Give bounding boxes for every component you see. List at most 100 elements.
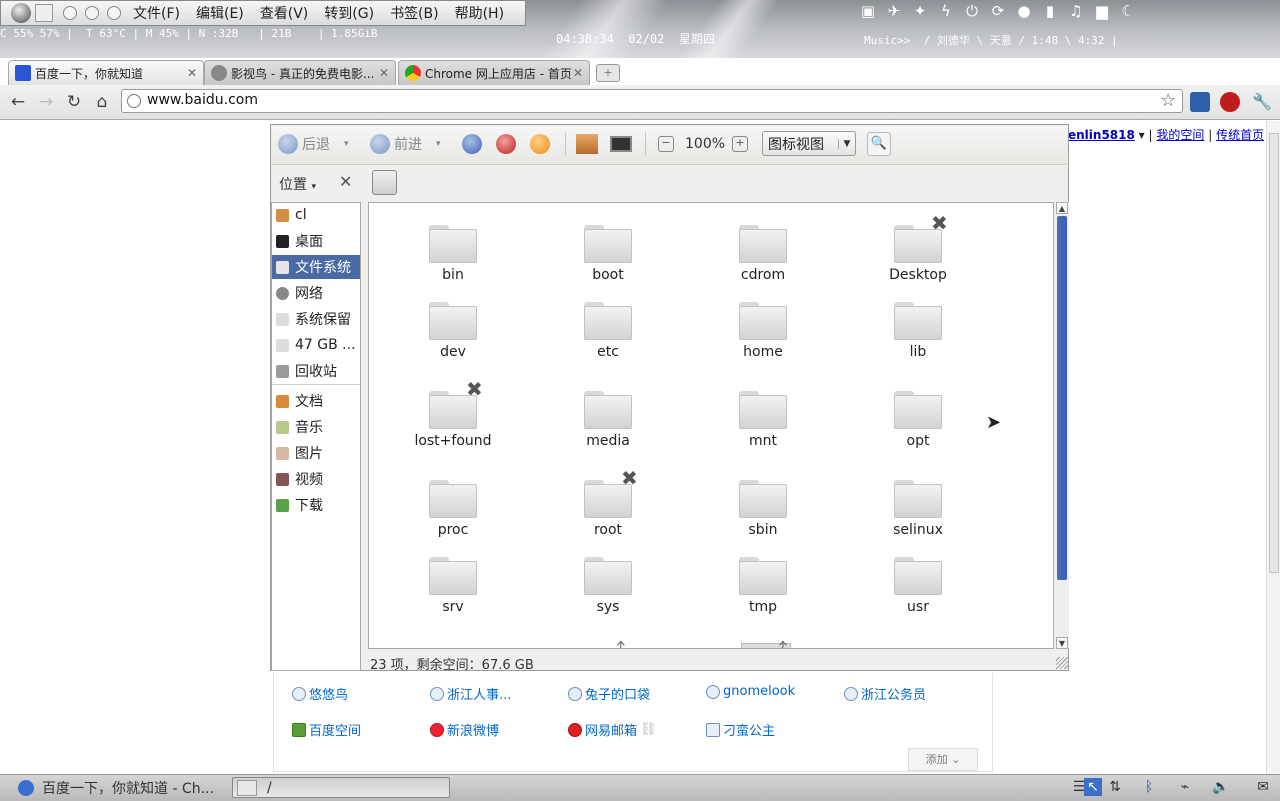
window-close-button[interactable] [63, 6, 77, 20]
folder-item[interactable]: boot [538, 225, 678, 283]
tab-close-icon[interactable]: ✕ [571, 66, 585, 80]
location-label[interactable]: 位置 ▾ [279, 174, 316, 194]
zoom-out-button[interactable]: − [658, 133, 674, 155]
quick-link[interactable]: 网易邮箱 ⛓ [568, 720, 657, 739]
username-link[interactable]: enlin5818 [1068, 128, 1135, 142]
window-thumb-icon[interactable] [35, 4, 53, 22]
add-button[interactable]: 添加 ⌄ [908, 748, 978, 771]
bookmark-star-icon[interactable]: ☆ [1160, 90, 1176, 111]
quick-link[interactable]: 刁蛮公主 [706, 720, 775, 739]
forward-arrow-icon[interactable]: → [36, 92, 56, 112]
menu-file[interactable]: 文件(F) [125, 3, 188, 23]
classic-home-link[interactable]: 传统首页 [1216, 128, 1264, 142]
new-tab-button[interactable]: + [596, 64, 620, 82]
folder-item[interactable]: selinux [848, 480, 988, 538]
network-transfer-icon[interactable]: ⇅ [1106, 778, 1124, 796]
computer-button[interactable] [610, 133, 632, 155]
folder-item[interactable]: cdrom [693, 225, 833, 283]
quick-link[interactable]: 悠悠鸟 [292, 684, 348, 703]
folder-item[interactable]: sys [538, 557, 678, 615]
address-bar[interactable] [121, 89, 1183, 113]
page-scroll-thumb[interactable] [1269, 133, 1279, 573]
taskbar-item-browser[interactable]: 百度一下，你就知道 - Ch... [18, 777, 230, 798]
folder-item[interactable]: media [538, 391, 678, 449]
forward-dropdown-icon[interactable]: ▾ [436, 139, 441, 149]
window-maximize-button[interactable] [107, 6, 121, 20]
folder-item[interactable]: lost+found [383, 391, 523, 449]
stop-button[interactable] [496, 133, 520, 155]
sidebar-item-pictures[interactable]: 图片 [272, 441, 360, 465]
sidebar-item-videos[interactable]: 视频 [272, 467, 360, 491]
up-button[interactable] [462, 133, 486, 155]
star-icon[interactable]: ✦ [910, 1, 930, 21]
tray-cursor-icon[interactable]: ↖ [1084, 778, 1102, 796]
folder-item[interactable]: home [693, 302, 833, 360]
wired-network-icon[interactable]: ⌁ [1176, 778, 1194, 796]
folder-item[interactable]: opt [848, 391, 988, 449]
launcher-icon[interactable]: ▣ [858, 1, 878, 21]
resize-grip[interactable] [1056, 657, 1068, 669]
quick-link[interactable]: 浙江公务员 [844, 684, 926, 703]
wrench-icon[interactable]: 🔧 [1252, 92, 1272, 112]
reload-icon[interactable]: ↻ [64, 92, 84, 112]
taskbar-item-filemanager[interactable]: / [232, 777, 450, 798]
location-dropdown-icon[interactable]: ▾ [311, 182, 316, 192]
folder-item[interactable]: sbin [693, 480, 833, 538]
icon-view-scrollbar[interactable]: ▲ ▼ [1055, 202, 1069, 649]
bluetooth-icon[interactable]: ᛒ [1140, 778, 1158, 796]
menu-edit[interactable]: 编辑(E) [188, 3, 252, 23]
scroll-down-icon[interactable]: ▼ [1056, 637, 1068, 649]
sidebar-item-trash[interactable]: 回收站 [272, 359, 360, 383]
folder-item[interactable]: mnt [693, 391, 833, 449]
window-minimize-button[interactable] [85, 6, 99, 20]
sidebar-item-volume[interactable]: 47 GB ... [272, 333, 360, 357]
scroll-thumb[interactable] [1057, 216, 1067, 580]
drop-icon[interactable]: ▮ [1040, 1, 1060, 21]
sidebar-item-filesystem[interactable]: 文件系统 [272, 255, 360, 279]
folder-icon-view[interactable]: bin boot cdrom Desktop dev etc home lib … [368, 202, 1054, 649]
search-button[interactable]: 🔍 [867, 132, 891, 156]
scroll-up-icon[interactable]: ▲ [1056, 202, 1068, 214]
zoom-in-button[interactable]: + [732, 133, 748, 155]
bag-icon[interactable]: ▆ [1092, 1, 1112, 21]
folder-item[interactable]: srv [383, 557, 523, 615]
menu-go[interactable]: 转到(G) [316, 3, 382, 23]
address-text[interactable]: www.baidu.com [147, 92, 258, 108]
folder-item[interactable]: bin [383, 225, 523, 283]
airplane-icon[interactable]: ✈ [884, 1, 904, 21]
folder-item[interactable]: etc [538, 302, 678, 360]
music-note-icon[interactable]: ♫ [1066, 1, 1086, 21]
tab-chrome-store[interactable]: Chrome 网上应用店 - 首页 ✕ [398, 60, 590, 85]
sidebar-item-desktop[interactable]: 桌面 [272, 229, 360, 253]
volume-icon[interactable]: 🔈 [1212, 778, 1230, 796]
tab-close-icon[interactable]: ✕ [185, 66, 199, 80]
view-mode-select[interactable]: 图标视图 ▼ [762, 131, 856, 156]
my-space-link[interactable]: 我的空间 [1156, 128, 1204, 142]
extension-arrow-icon[interactable] [1190, 92, 1210, 112]
chat-icon[interactable]: ● [1014, 1, 1034, 21]
home-button[interactable] [576, 133, 598, 155]
page-scrollbar[interactable] [1266, 121, 1280, 774]
quick-link[interactable]: 浙江人事... [430, 684, 511, 703]
sidebar-item-home[interactable]: cl [272, 203, 360, 227]
reload-button[interactable] [530, 133, 554, 155]
sidebar-item-music[interactable]: 音乐 [272, 415, 360, 439]
folder-item[interactable]: usr [848, 557, 988, 615]
mail-icon[interactable]: ✉ [1254, 778, 1272, 796]
location-root-button[interactable] [372, 170, 397, 195]
sidebar-item-documents[interactable]: 文档 [272, 389, 360, 413]
adblock-icon[interactable] [1220, 92, 1240, 112]
tab-baidu[interactable]: 百度一下，你就知道 ✕ [8, 60, 204, 85]
refresh-icon[interactable]: ⟳ [988, 1, 1008, 21]
quick-link[interactable]: 百度空间 [292, 720, 361, 739]
quick-link[interactable]: 新浪微博 [430, 720, 499, 739]
tab-movie[interactable]: 影视鸟 - 真正的免费电影... ✕ [204, 60, 396, 85]
quick-link[interactable]: gnomelook [706, 684, 795, 699]
moon-icon[interactable]: ☾ [1118, 1, 1138, 21]
forward-button[interactable]: 前进 ▾ [370, 133, 441, 155]
sidebar-item-network[interactable]: 网络 [272, 281, 360, 305]
quick-link[interactable]: 兔子的口袋 [568, 684, 650, 703]
app-logo-icon[interactable] [11, 3, 31, 23]
folder-item[interactable]: root [538, 480, 678, 538]
folder-item[interactable]: proc [383, 480, 523, 538]
